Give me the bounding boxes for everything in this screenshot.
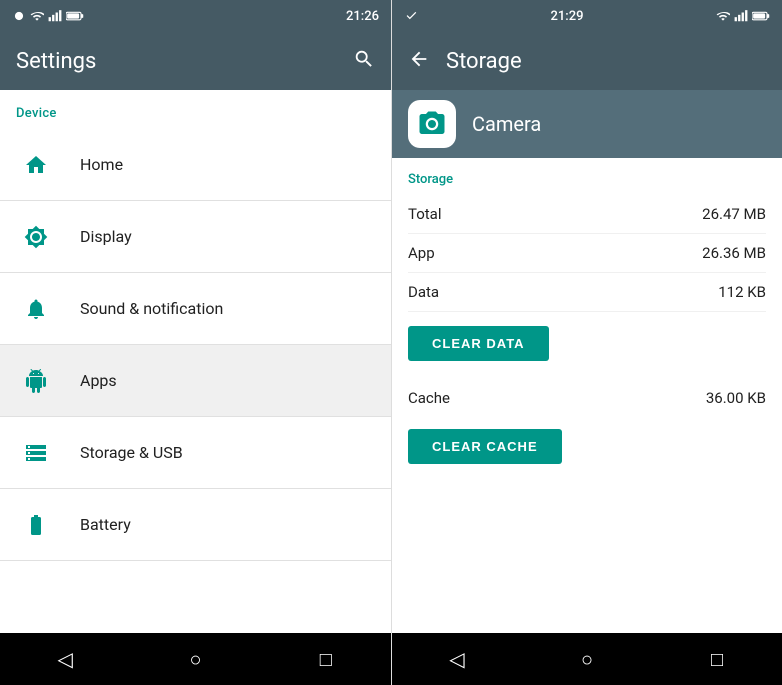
status-bar-left: 21:26 [0,0,391,32]
battery-icon [16,513,56,537]
display-label: Display [80,227,132,246]
settings-item-storage[interactable]: Storage & USB [0,417,391,489]
storage-content: Storage Total 26.47 MB App 26.36 MB Data… [392,158,782,633]
clear-cache-button[interactable]: CLEAR CACHE [408,429,562,464]
back-button[interactable] [408,48,430,75]
storage-row-app: App 26.36 MB [408,234,766,273]
back-nav-left[interactable]: ◁ [40,639,90,679]
home-nav-left[interactable]: ○ [170,639,220,679]
recents-nav-right[interactable]: □ [692,639,742,679]
search-button[interactable] [353,48,375,75]
storage-row-data: Data 112 KB [408,273,766,312]
data-value: 112 KB [718,283,766,301]
android-icon [16,369,56,393]
cache-label: Cache [408,389,450,407]
cache-row: Cache 36.00 KB [408,375,766,415]
sound-label: Sound & notification [80,299,223,318]
time-left: 21:26 [346,9,379,24]
nav-bar-right: ◁ ○ □ [392,633,782,685]
settings-item-battery[interactable]: Battery [0,489,391,561]
data-label: Data [408,283,439,301]
bell-icon [16,297,56,321]
settings-panel: 21:26 Settings Device Home Display [0,0,391,685]
status-bar-right: 21:29 [392,0,782,32]
back-nav-right[interactable]: ◁ [432,639,482,679]
camera-app-icon [408,100,456,148]
nav-bar-left: ◁ ○ □ [0,633,391,685]
home-nav-right[interactable]: ○ [562,639,612,679]
apps-label: Apps [80,371,117,390]
app-label: App [408,244,435,262]
recents-nav-left[interactable]: □ [301,639,351,679]
app-value: 26.36 MB [702,244,766,262]
settings-item-display[interactable]: Display [0,201,391,273]
total-label: Total [408,205,442,223]
app-bar-storage: Storage [392,32,782,90]
time-right: 21:29 [551,9,584,24]
storage-row-total: Total 26.47 MB [408,195,766,234]
settings-item-home[interactable]: Home [0,129,391,201]
app-header: Camera [392,90,782,158]
storage-section-label: Storage [408,158,766,195]
status-icons-right2 [716,9,770,23]
settings-title: Settings [16,49,96,74]
storage-panel: 21:29 Storage Camera Storage Total 26.47… [391,0,782,685]
section-label-device: Device [0,90,391,129]
settings-list: Device Home Display Sound & notification [0,90,391,633]
camera-app-name: Camera [472,112,541,136]
display-icon [16,225,56,249]
storage-title: Storage [446,49,522,74]
cache-value: 36.00 KB [706,389,766,407]
clear-data-button[interactable]: CLEAR DATA [408,326,549,361]
app-bar-settings: Settings [0,32,391,90]
home-label: Home [80,155,123,174]
status-icons-right [404,9,418,23]
settings-item-apps[interactable]: Apps [0,345,391,417]
storage-icon [16,441,56,465]
status-icons-left [12,9,84,23]
battery-label: Battery [80,515,131,534]
settings-item-sound[interactable]: Sound & notification [0,273,391,345]
total-value: 26.47 MB [702,205,766,223]
home-icon [16,153,56,177]
storage-usb-label: Storage & USB [80,443,183,462]
